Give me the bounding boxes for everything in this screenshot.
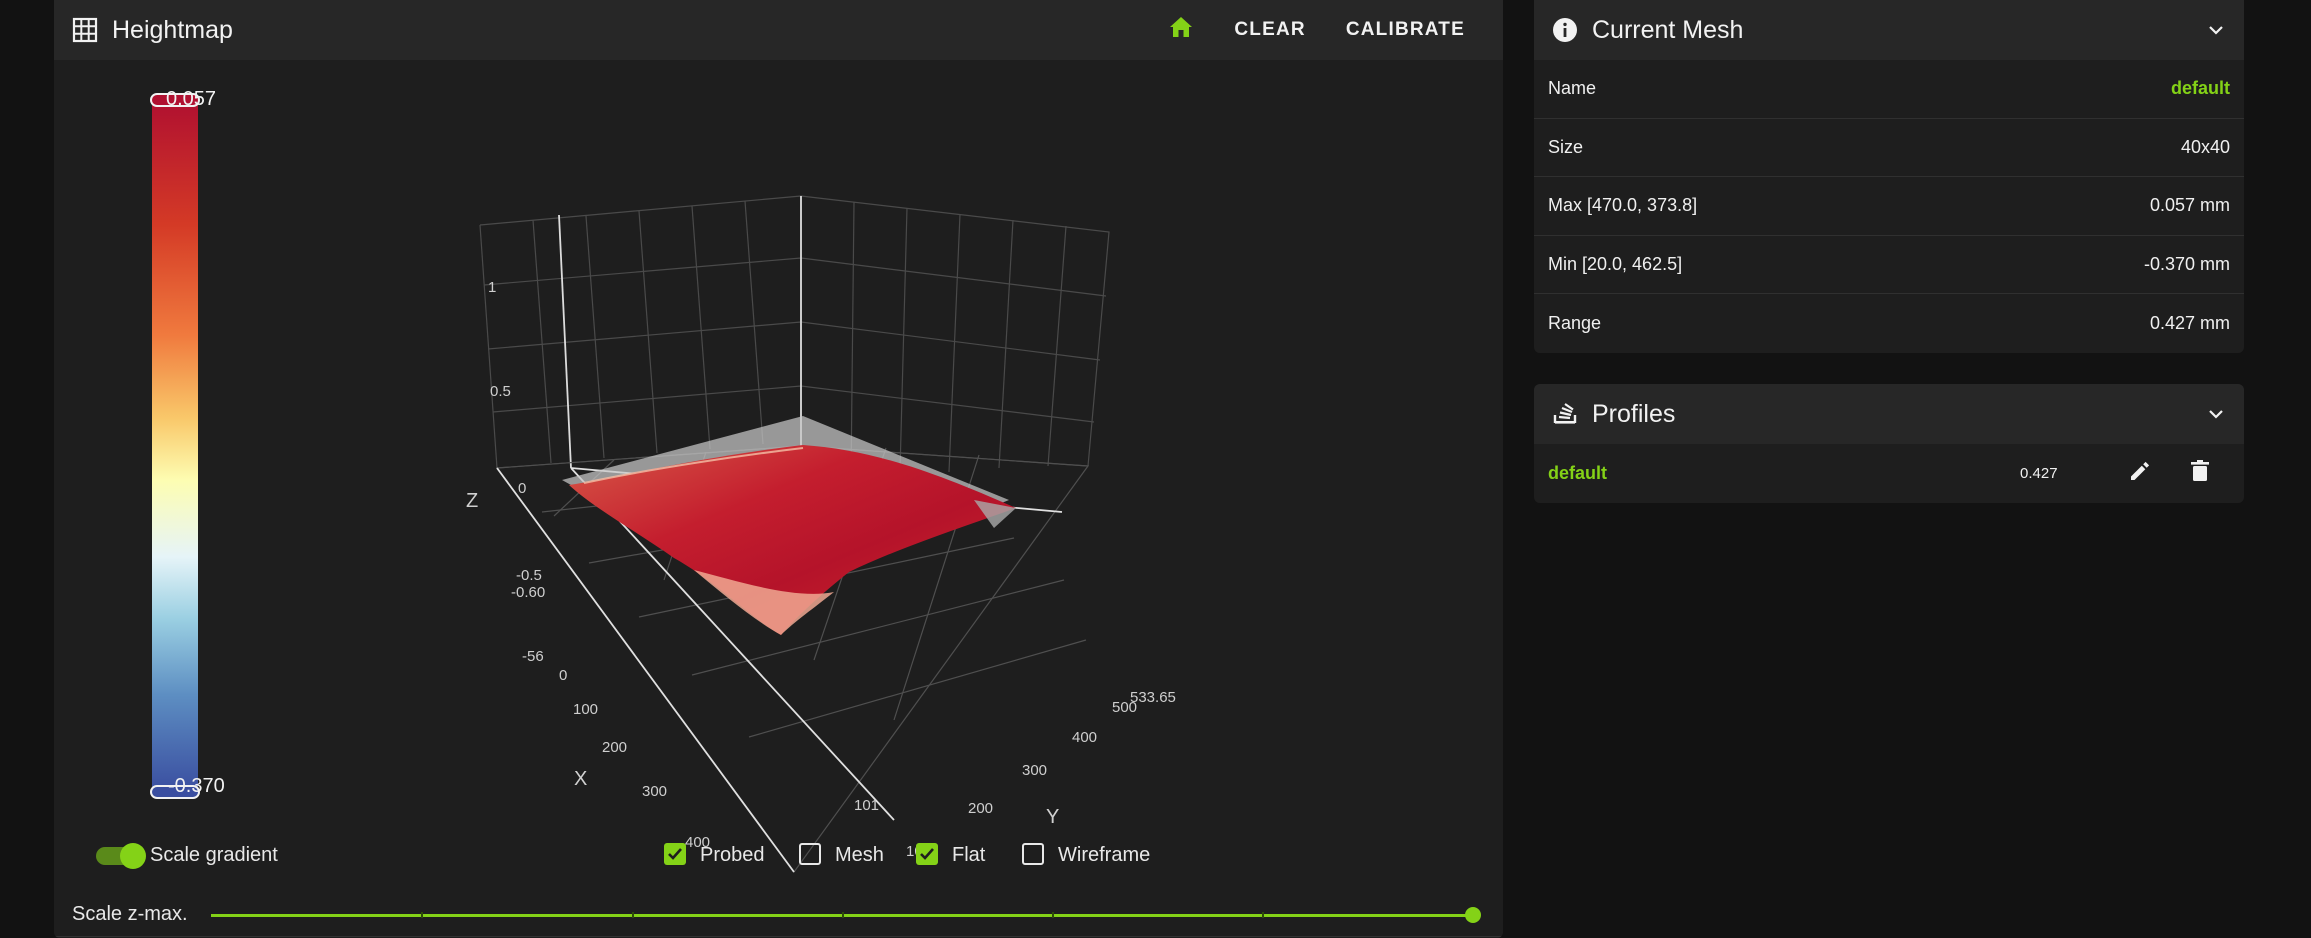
z-tick-label: 0 bbox=[518, 480, 526, 497]
mesh-value: 0.057 mm bbox=[2149, 195, 2230, 216]
mesh-key: Min [20.0, 462.5] bbox=[1548, 253, 1683, 274]
mesh-value: 0.427 mm bbox=[2149, 312, 2230, 333]
mesh-row-size: Size 40x40 bbox=[1534, 119, 2244, 177]
scale-gradient-label: Scale gradient bbox=[150, 844, 278, 866]
x-tick-label: 200 bbox=[602, 739, 627, 756]
mesh-row-range: Range 0.427 mm bbox=[1534, 294, 2244, 353]
y-axis-title: Y bbox=[1046, 806, 1059, 828]
clear-button[interactable]: CLEAR bbox=[1214, 19, 1325, 41]
x-origin-label: -56 bbox=[522, 648, 544, 665]
z-floor-label: -0.60 bbox=[511, 584, 545, 601]
profile-name[interactable]: default bbox=[1548, 463, 2020, 484]
current-mesh-panel: Current Mesh Name default Size 40x40 Max… bbox=[1534, 0, 2244, 353]
info-icon bbox=[1552, 17, 1578, 43]
heightmap-header: Heightmap CLEAR CALIBRATE bbox=[54, 0, 1503, 60]
heightmap-3d-plot[interactable]: 1 0.5 0 -0.5 -0.60 -56 Z 0 100 200 300 4… bbox=[54, 60, 1503, 938]
pencil-icon bbox=[2128, 459, 2152, 488]
edit-profile-button[interactable] bbox=[2110, 454, 2170, 494]
scale-zmax-label: Scale z-max. bbox=[72, 903, 188, 925]
wireframe-checkbox[interactable] bbox=[1022, 843, 1044, 865]
y-tick-label: 400 bbox=[1072, 729, 1097, 746]
mesh-value: default bbox=[2170, 78, 2230, 99]
z-tick-label: 0.5 bbox=[490, 383, 511, 400]
z-tick-label: 1 bbox=[488, 279, 496, 296]
chevron-down-icon[interactable] bbox=[2206, 20, 2226, 40]
mesh-row-min: Min [20.0, 462.5] -0.370 mm bbox=[1534, 236, 2244, 294]
x-tick-label: 0 bbox=[559, 667, 567, 684]
profiles-title: Profiles bbox=[1592, 399, 1676, 428]
y-end-label: 533.65 bbox=[1130, 689, 1176, 706]
y-tick-label: 300 bbox=[1022, 762, 1047, 779]
z-axis-title: Z bbox=[466, 490, 478, 512]
stack-icon bbox=[1552, 401, 1578, 427]
x-hover-label: 101 bbox=[854, 797, 879, 814]
flat-label: Flat bbox=[952, 844, 986, 866]
calibrate-button[interactable]: CALIBRATE bbox=[1326, 19, 1485, 41]
home-icon bbox=[1168, 15, 1194, 45]
x-tick-label: 100 bbox=[573, 701, 598, 718]
mesh-key: Range bbox=[1548, 312, 1602, 333]
current-mesh-table: Name default Size 40x40 Max [470.0, 373.… bbox=[1534, 60, 2244, 353]
x-tick-label: 300 bbox=[642, 783, 667, 800]
current-mesh-title: Current Mesh bbox=[1592, 15, 1744, 44]
slider-tick bbox=[1052, 912, 1054, 918]
heightmap-body: 0.057 -0.370 1 0.5 0 -0.5 -0.60 -56 Z 0 … bbox=[54, 60, 1503, 938]
mesh-label: Mesh bbox=[835, 844, 884, 866]
scale-zmax-row: Scale z-max. bbox=[54, 878, 1503, 938]
flat-checkbox[interactable] bbox=[916, 843, 938, 865]
home-button[interactable] bbox=[1148, 15, 1214, 45]
y-tick-label: 200 bbox=[968, 800, 993, 817]
mesh-key: Size bbox=[1548, 136, 1584, 157]
trash-icon bbox=[2189, 459, 2211, 488]
scale-zmax-thumb[interactable] bbox=[1465, 907, 1481, 923]
x-axis-title: X bbox=[574, 768, 587, 790]
mesh-row-max: Max [470.0, 373.8] 0.057 mm bbox=[1534, 177, 2244, 236]
slider-tick bbox=[1262, 912, 1264, 918]
delete-profile-button[interactable] bbox=[2170, 454, 2230, 494]
current-mesh-header[interactable]: Current Mesh bbox=[1534, 0, 2244, 60]
wireframe-label: Wireframe bbox=[1058, 844, 1151, 866]
slider-tick bbox=[842, 912, 844, 918]
probed-label: Probed bbox=[700, 844, 765, 866]
mesh-key: Max [470.0, 373.8] bbox=[1548, 195, 1698, 216]
z-tick-label: -0.5 bbox=[516, 567, 542, 584]
slider-tick bbox=[421, 912, 423, 918]
mesh-row-name: Name default bbox=[1534, 60, 2244, 119]
mesh-checkbox[interactable] bbox=[799, 843, 821, 865]
mesh-value: 40x40 bbox=[2180, 136, 2230, 157]
profile-row-default[interactable]: default 0.427 bbox=[1534, 444, 2244, 503]
heightmap-title: Heightmap bbox=[112, 15, 233, 44]
layer-controls: Scale gradient Probed Mesh Flat Wirefram… bbox=[54, 830, 1503, 880]
grid-icon bbox=[72, 17, 98, 43]
heightmap-panel: Heightmap CLEAR CALIBRATE 0.057 -0.370 1… bbox=[54, 0, 1503, 938]
slider-tick bbox=[632, 912, 634, 918]
profiles-panel: Profiles default 0.427 bbox=[1534, 384, 2244, 503]
scale-gradient-toggle[interactable] bbox=[96, 843, 146, 869]
mesh-value: -0.370 mm bbox=[2143, 253, 2230, 274]
profiles-header[interactable]: Profiles bbox=[1534, 384, 2244, 444]
profile-range: 0.427 bbox=[2020, 465, 2058, 482]
probed-checkbox[interactable] bbox=[664, 843, 686, 865]
mesh-key: Name bbox=[1548, 78, 1597, 99]
chevron-down-icon[interactable] bbox=[2206, 404, 2226, 424]
